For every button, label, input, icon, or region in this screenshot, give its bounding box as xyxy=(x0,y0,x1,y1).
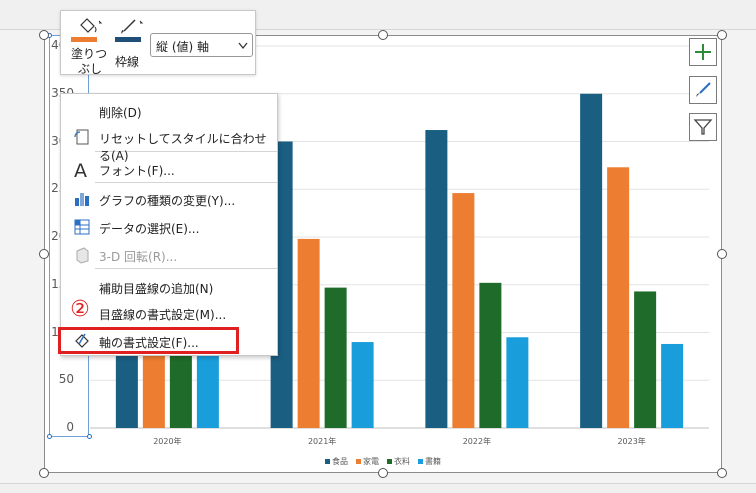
resize-handle[interactable] xyxy=(717,249,727,259)
bar-食品-2022年[interactable] xyxy=(425,130,448,428)
chart-elements-icon xyxy=(695,44,711,60)
resize-handle[interactable] xyxy=(378,30,388,40)
chart-filter-icon xyxy=(693,119,713,135)
legend-entry[interactable]: 家電 xyxy=(356,456,379,467)
menu-item-2[interactable]: A フォント(F)... xyxy=(61,156,277,182)
bar-書籍-2023年[interactable] xyxy=(661,343,684,428)
menu-item-label: グラフの種類の変更(Y)... xyxy=(99,194,236,208)
x-category-label: 2020年 xyxy=(153,437,182,446)
step-number: ② xyxy=(70,297,90,322)
bar-家電-2022年[interactable] xyxy=(452,193,475,428)
x-category-label: 2023年 xyxy=(617,437,646,446)
legend-swatch xyxy=(418,459,423,464)
outline-color-bar xyxy=(115,37,141,42)
mini-toolbar: 塗りつ ぶし 枠線 縦 (値) 軸 xyxy=(60,10,256,76)
fill-label-2: ぶし xyxy=(78,62,103,76)
legend-swatch xyxy=(325,459,330,464)
legend-label: 家電 xyxy=(363,457,379,466)
bar-食品-2023年[interactable] xyxy=(580,93,603,428)
axis-handle[interactable] xyxy=(47,434,52,439)
menu-item-1[interactable]: リセットしてスタイルに合わせる(A) xyxy=(61,124,277,163)
chart-type-icon xyxy=(73,190,91,208)
bar-家電-2023年[interactable] xyxy=(607,167,630,428)
menu-item-3[interactable]: グラフの種類の変更(Y)... xyxy=(61,186,277,212)
fill-button[interactable]: 塗りつ ぶし xyxy=(69,15,109,76)
legend-swatch xyxy=(387,459,392,464)
chart-filter-button[interactable] xyxy=(689,113,717,141)
legend-entry[interactable]: 食品 xyxy=(325,456,348,467)
legend-entry[interactable]: 書籍 xyxy=(418,456,441,467)
bar-衣料-2022年[interactable] xyxy=(479,282,502,428)
font-icon: A xyxy=(73,160,91,182)
chart-styles-icon xyxy=(696,82,711,97)
resize-handle[interactable] xyxy=(717,30,727,40)
resize-handle[interactable] xyxy=(39,468,49,478)
menu-item-label: データの選択(E)... xyxy=(99,222,200,236)
resize-handle[interactable] xyxy=(717,468,727,478)
outline-button[interactable]: 枠線 xyxy=(111,15,147,73)
bar-家電-2021年[interactable] xyxy=(297,238,320,428)
menu-item-4[interactable]: データの選択(E)... xyxy=(61,214,277,240)
menu-separator xyxy=(95,182,277,183)
highlight-box xyxy=(58,327,239,354)
chart-element-value: 縦 (値) 軸 xyxy=(156,40,209,54)
legend-label: 衣料 xyxy=(394,457,410,466)
pen-icon xyxy=(121,19,144,34)
legend-swatch xyxy=(356,459,361,464)
menu-item-label: 目盛線の書式設定(M)... xyxy=(99,308,227,322)
axis-handle[interactable] xyxy=(87,434,92,439)
bar-衣料-2023年[interactable] xyxy=(634,291,657,428)
legend-entry[interactable]: 衣料 xyxy=(387,456,410,467)
rotate-3d-icon xyxy=(73,246,91,264)
bar-衣料-2021年[interactable] xyxy=(324,287,347,428)
select-data-icon xyxy=(73,218,91,236)
menu-item-7[interactable]: 目盛線の書式設定(M)... xyxy=(61,300,277,326)
menu-item-label: 3-D 回転(R)... xyxy=(99,250,178,264)
chart-elements-button[interactable] xyxy=(689,38,717,66)
resize-handle[interactable] xyxy=(378,468,388,478)
chevron-down-icon xyxy=(238,42,248,50)
worksheet: 050100150200250300350400 2020年2021年2022年… xyxy=(0,0,756,493)
chart-element-dropdown[interactable]: 縦 (値) 軸 xyxy=(150,33,253,57)
fill-color-bar xyxy=(71,37,97,42)
menu-item-5[interactable]: 3-D 回転(R)... xyxy=(61,242,277,268)
menu-item-label: 削除(D) xyxy=(99,106,142,120)
outline-label: 枠線 xyxy=(115,55,140,69)
x-category-label: 2021年 xyxy=(307,437,337,446)
resize-handle[interactable] xyxy=(39,249,49,259)
bar-書籍-2022年[interactable] xyxy=(506,337,529,428)
chart-styles-button[interactable] xyxy=(689,76,717,104)
menu-item-label: フォント(F)... xyxy=(99,164,175,178)
bar-書籍-2021年[interactable] xyxy=(351,342,374,428)
legend-label: 食品 xyxy=(332,457,348,466)
menu-item-0[interactable]: 削除(D) xyxy=(61,98,277,124)
bottom-strip xyxy=(0,483,756,493)
reset-style-icon xyxy=(73,128,91,146)
svg-text:A: A xyxy=(74,160,87,180)
paint-bucket-icon xyxy=(80,18,103,33)
resize-handle[interactable] xyxy=(39,30,49,40)
legend-label: 書籍 xyxy=(425,457,441,466)
chart-legend[interactable]: 食品 家電 衣料 書籍 xyxy=(0,456,756,467)
x-category-label: 2022年 xyxy=(462,437,492,446)
menu-item-label: 補助目盛線の追加(N) xyxy=(99,282,214,296)
menu-separator xyxy=(95,268,277,269)
menu-item-6[interactable]: 補助目盛線の追加(N) xyxy=(61,274,277,300)
